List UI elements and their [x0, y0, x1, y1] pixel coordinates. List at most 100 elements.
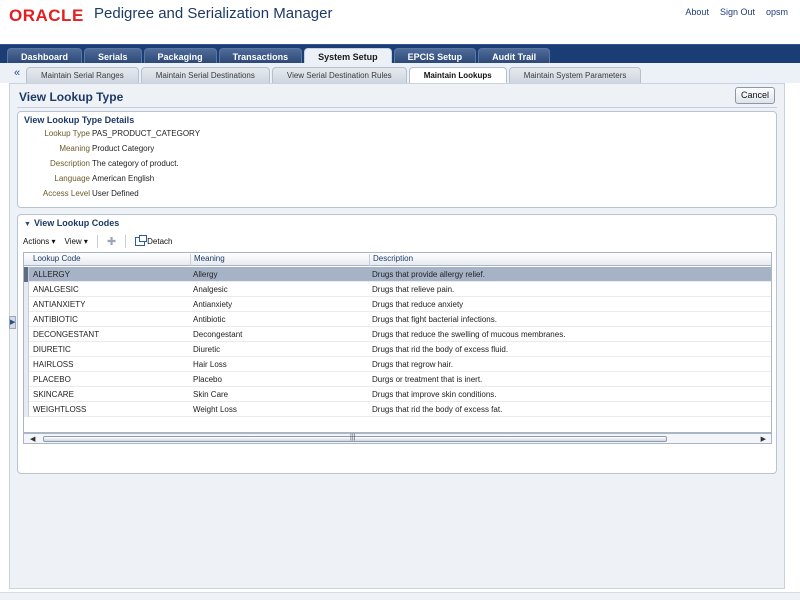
row-header[interactable] — [24, 402, 29, 417]
cell-code: ANTIBIOTIC — [33, 315, 78, 324]
status-bar — [0, 592, 800, 600]
table-row[interactable]: HAIRLOSS Hair Loss Drugs that regrow hair. — [24, 357, 771, 372]
subtab-maintain-serial-ranges[interactable]: Maintain Serial Ranges — [26, 67, 139, 83]
cell-code: SKINCARE — [33, 390, 74, 399]
tab-serials[interactable]: Serials — [84, 48, 142, 64]
subtab-scroll-left-icon[interactable]: « — [14, 67, 20, 79]
cell-code: HAIRLOSS — [33, 360, 74, 369]
sign-out-link[interactable]: Sign Out — [720, 7, 755, 17]
lookup-codes-table: Lookup Code Meaning Description ALLERGY A… — [23, 252, 772, 433]
pane-splitter-handle[interactable]: ▶ — [9, 316, 16, 329]
row-header[interactable] — [24, 387, 29, 402]
cell-meaning: Diuretic — [193, 345, 221, 354]
tab-epcis-setup[interactable]: EPCIS Setup — [393, 48, 477, 64]
tab-audit-trail[interactable]: Audit Trail — [478, 48, 551, 64]
row-header[interactable] — [24, 357, 29, 372]
cell-description: Drugs that reduce the swelling of mucous… — [372, 330, 566, 339]
cell-meaning: Antibiotic — [193, 315, 226, 324]
cell-code: PLACEBO — [33, 375, 71, 384]
tab-transactions[interactable]: Transactions — [218, 48, 303, 64]
detach-button[interactable]: Detach — [135, 235, 173, 246]
cell-meaning: Antianxiety — [193, 300, 233, 309]
lookup-codes-panel: ▼ View Lookup Codes Actions ▾ View ▾ ✚ De… — [17, 214, 777, 474]
detail-field-label: Meaning — [59, 144, 90, 153]
subtab-maintain-lookups[interactable]: Maintain Lookups — [408, 67, 507, 83]
sub-tab-bar: « Maintain Serial Ranges Maintain Serial … — [0, 63, 800, 83]
add-icon[interactable]: ✚ — [107, 235, 116, 248]
column-header-lookup-code[interactable]: Lookup Code — [30, 254, 190, 266]
table-row[interactable]: PLACEBO Placebo Durgs or treatment that is… — [24, 372, 771, 387]
view-menu[interactable]: View ▾ — [64, 237, 87, 246]
cell-meaning: Weight Loss — [193, 405, 237, 414]
detail-field-value: User Defined — [92, 189, 139, 198]
title-divider — [17, 107, 777, 108]
actions-menu[interactable]: Actions ▾ — [23, 237, 55, 246]
about-link[interactable]: About — [685, 7, 709, 17]
detail-field-label: Lookup Type — [44, 129, 90, 138]
cell-meaning: Decongestant — [193, 330, 243, 339]
cell-code: DECONGESTANT — [33, 330, 100, 339]
cell-code: ALLERGY — [33, 270, 70, 279]
details-header: View Lookup Type Details — [24, 115, 135, 125]
cell-meaning: Hair Loss — [193, 360, 227, 369]
detail-field-label: Access Level — [42, 189, 90, 198]
row-header[interactable] — [24, 267, 29, 282]
table-row[interactable]: DECONGESTANT Decongestant Drugs that reduc… — [24, 327, 771, 342]
detail-field-value: American English — [92, 174, 155, 183]
table-row[interactable]: DIURETIC Diuretic Drugs that rid the body … — [24, 342, 771, 357]
subtab-view-serial-destination-rules[interactable]: View Serial Destination Rules — [271, 67, 407, 83]
cell-description: Drugs that regrow hair. — [372, 360, 453, 369]
table-row[interactable]: WEIGHTLOSS Weight Loss Drugs that rid the … — [24, 402, 771, 417]
row-header[interactable] — [24, 282, 29, 297]
cell-meaning: Analgesic — [193, 285, 228, 294]
main-tabs: Dashboard Serials Packaging Transactions Sys… — [7, 48, 551, 64]
subtab-maintain-system-parameters[interactable]: Maintain System Parameters — [508, 67, 642, 83]
cell-description: Drugs that rid the body of excess fluid. — [372, 345, 509, 354]
scroll-left-icon[interactable]: ◀ — [30, 435, 35, 443]
detail-field-label: Language — [54, 174, 90, 183]
cell-description: Drugs that relieve pain. — [372, 285, 455, 294]
row-header[interactable] — [24, 327, 29, 342]
column-header-description[interactable]: Description — [369, 254, 771, 266]
table-row[interactable]: SKINCARE Skin Care Drugs that improve skin… — [24, 387, 771, 402]
horizontal-scrollbar[interactable]: ◀ ||| ▶ — [23, 433, 772, 444]
cell-code: WEIGHTLOSS — [33, 405, 87, 414]
cell-meaning: Placebo — [193, 375, 222, 384]
table-row[interactable]: ANALGESIC Analgesic Drugs that relieve pai… — [24, 282, 771, 297]
grip-icon: ||| — [350, 434, 356, 441]
codes-header[interactable]: ▼ View Lookup Codes — [24, 218, 119, 228]
collapse-chevron-icon[interactable]: ▼ — [24, 221, 31, 228]
table-row[interactable]: ALLERGY Allergy Drugs that provide allergy… — [24, 267, 771, 282]
subtab-maintain-serial-destinations[interactable]: Maintain Serial Destinations — [140, 67, 270, 83]
cancel-button[interactable]: Cancel — [735, 87, 775, 104]
main-tab-bar: Dashboard Serials Packaging Transactions Sys… — [0, 44, 800, 64]
tab-system-setup[interactable]: System Setup — [304, 48, 392, 64]
scroll-right-icon[interactable]: ▶ — [761, 435, 766, 443]
detach-icon — [135, 235, 148, 246]
cell-code: DIURETIC — [33, 345, 71, 354]
toolbar-divider — [125, 235, 127, 248]
cell-description: Drugs that fight bacterial infections. — [372, 315, 497, 324]
cell-meaning: Skin Care — [193, 390, 229, 399]
tab-dashboard[interactable]: Dashboard — [7, 48, 83, 64]
row-header[interactable] — [24, 342, 29, 357]
cell-description: Drugs that reduce anxiety — [372, 300, 464, 309]
toolbar-divider — [96, 235, 98, 248]
table-row[interactable]: ANTIBIOTIC Antibiotic Drugs that fight bac… — [24, 312, 771, 327]
tab-packaging[interactable]: Packaging — [143, 48, 217, 64]
detail-field-label: Description — [49, 159, 90, 168]
cell-description: Durgs or treatment that is inert. — [372, 375, 483, 384]
user-link[interactable]: opsm — [766, 7, 788, 17]
detail-field-value: PAS_PRODUCT_CATEGORY — [92, 129, 201, 138]
lookup-type-details-panel: View Lookup Type Details Lookup Type PAS_… — [17, 111, 777, 208]
column-header-meaning[interactable]: Meaning — [190, 254, 369, 266]
sub-tabs: Maintain Serial Ranges Maintain Serial De… — [26, 67, 642, 83]
detail-field-value: Product Category — [92, 144, 155, 153]
app-header: ORACLE Pedigree and Serialization Manage… — [0, 0, 800, 44]
scrollbar-thumb[interactable]: ||| — [43, 434, 667, 442]
table-row[interactable]: ANTIANXIETY Antianxiety Drugs that reduce … — [24, 297, 771, 312]
row-header[interactable] — [24, 312, 29, 327]
row-header[interactable] — [24, 297, 29, 312]
codes-toolbar: Actions ▾ View ▾ ✚ Detach — [23, 233, 173, 250]
row-header[interactable] — [24, 372, 29, 387]
